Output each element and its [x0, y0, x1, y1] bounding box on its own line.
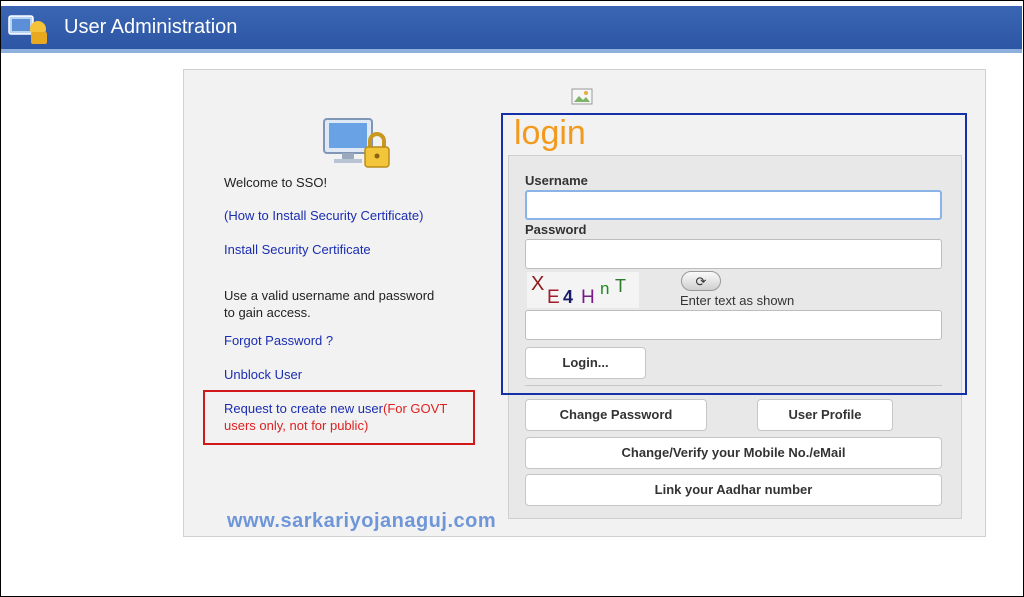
page-title: User Administration [64, 16, 238, 38]
install-certificate-link[interactable]: Install Security Certificate [224, 242, 371, 257]
welcome-text: Welcome to SSO! [224, 175, 328, 190]
app-header: User Administration [1, 6, 1022, 53]
forgot-password-link[interactable]: Forgot Password ? [224, 333, 333, 348]
access-instruction-text: Use a valid username and password to gai… [224, 288, 435, 320]
how-to-install-certificate-link[interactable]: (How to Install Security Certificate) [224, 208, 423, 223]
request-link-label: Request to create new user [224, 401, 383, 416]
user-profile-button[interactable]: User Profile [757, 399, 893, 431]
request-new-user-link[interactable]: Request to create new user(For GOVT user… [224, 400, 474, 434]
security-lock-icon [323, 118, 390, 168]
unblock-user-link[interactable]: Unblock User [224, 367, 302, 382]
broken-image-icon [571, 88, 593, 105]
change-mobile-email-button[interactable]: Change/Verify your Mobile No./eMail [525, 437, 942, 469]
change-password-button[interactable]: Change Password [525, 399, 707, 431]
login-highlight-box [501, 113, 967, 395]
link-aadhar-button[interactable]: Link your Aadhar number [525, 474, 942, 506]
user-admin-logo-icon [8, 15, 47, 44]
watermark-text: www.sarkariyojanaguj.com [227, 510, 497, 532]
